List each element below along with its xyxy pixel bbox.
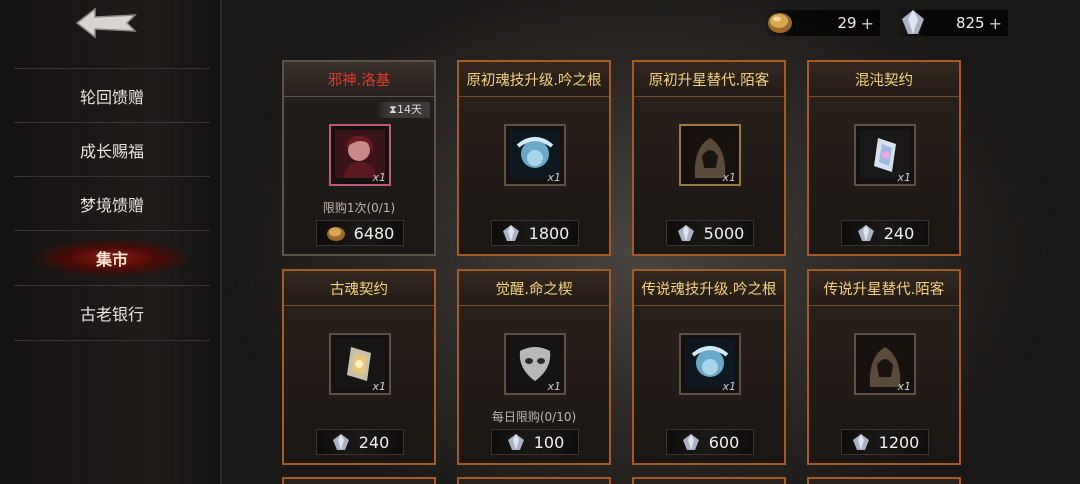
shop-card-partial[interactable]	[807, 477, 961, 484]
shop-card-partial[interactable]	[632, 477, 786, 484]
item-frame[interactable]: x1	[329, 333, 391, 395]
price-value: 1800	[528, 223, 570, 243]
purchase-limit-text: 每日限购(0/10)	[491, 410, 577, 424]
card-title: 古魂契约	[284, 271, 434, 306]
sidebar-item-dream-gift[interactable]: 梦境馈赠	[14, 176, 210, 231]
buy-button[interactable]: 240	[316, 429, 404, 455]
item-frame[interactable]: x1	[679, 124, 741, 186]
crystal-icon	[332, 434, 349, 450]
shop-card[interactable]: 原初魂技升级.吟之根 x1 1800	[457, 60, 611, 256]
card-title: 原初升星替代.陌客	[634, 62, 784, 97]
gold-amount: 29	[837, 14, 857, 32]
back-arrow-icon	[75, 7, 137, 39]
shop-card-partial[interactable]	[457, 477, 611, 484]
buy-button[interactable]: 600	[666, 429, 754, 455]
crystal-icon	[852, 434, 869, 450]
crystal-icon	[682, 434, 699, 450]
price-value: 6480	[353, 223, 395, 243]
shop-card[interactable]: 觉醒.命之楔 x1 每日限购(0/10) 100	[457, 269, 611, 465]
crystal-icon	[857, 225, 874, 241]
buy-button[interactable]: 240	[841, 220, 929, 246]
sidebar: 轮回馈赠 成长赐福 梦境馈赠 集市 古老银行	[0, 0, 222, 484]
gold-coin-icon	[326, 227, 345, 241]
item-frame[interactable]: x1	[854, 333, 916, 395]
shop-card-partial[interactable]	[282, 477, 436, 484]
sidebar-item-ancient-bank[interactable]: 古老银行	[14, 285, 210, 340]
buy-button[interactable]: 1800	[491, 220, 579, 246]
limited-time-badge: ⧗ 14天	[377, 102, 430, 118]
price-value: 240	[358, 432, 390, 452]
price-value: 100	[533, 432, 565, 452]
shop-card[interactable]: 古魂契约 x1 240	[282, 269, 436, 465]
sidebar-item-label: 古老银行	[79, 305, 144, 324]
crystal-icon	[507, 434, 524, 450]
item-quantity: x1	[722, 171, 736, 184]
card-title: 传说魂技升级.吟之根	[634, 271, 784, 306]
sidebar-item-reincarnation-gift[interactable]: 轮回馈赠	[14, 68, 210, 123]
shop-card[interactable]: 传说魂技升级.吟之根 x1 600	[632, 269, 786, 465]
item-quantity: x1	[897, 171, 911, 184]
price-value: 1200	[878, 432, 920, 452]
card-title: 觉醒.命之楔	[459, 271, 609, 306]
item-quantity: x1	[722, 380, 736, 393]
item-frame[interactable]: x1	[329, 124, 391, 186]
item-frame[interactable]: x1	[854, 124, 916, 186]
back-button[interactable]	[70, 4, 142, 42]
item-frame[interactable]: x1	[679, 333, 741, 395]
shop-card[interactable]: 传说升星替代.陌客 x1 1200	[807, 269, 961, 465]
price-value: 600	[708, 432, 740, 452]
crystal-currency[interactable]: 825 +	[898, 10, 1008, 36]
card-title: 邪神.洛基	[284, 62, 434, 97]
item-quantity: x1	[547, 171, 561, 184]
timer-text: 14天	[397, 103, 422, 116]
card-title: 原初魂技升级.吟之根	[459, 62, 609, 97]
buy-button[interactable]: 6480	[316, 220, 404, 246]
price-value: 5000	[703, 223, 745, 243]
sidebar-divider	[14, 340, 210, 341]
item-quantity: x1	[372, 171, 386, 184]
crystal-icon	[677, 225, 694, 241]
item-frame[interactable]: x1	[504, 124, 566, 186]
item-quantity: x1	[372, 380, 386, 393]
gold-currency[interactable]: 29 +	[765, 10, 880, 36]
gold-plus-button[interactable]: +	[861, 14, 880, 33]
gold-coin-icon	[768, 13, 792, 33]
hourglass-icon: ⧗	[389, 103, 397, 116]
sidebar-item-label: 集市	[95, 250, 128, 269]
price-value: 240	[883, 223, 915, 243]
shop-card[interactable]: 原初升星替代.陌客 x1 5000	[632, 60, 786, 256]
buy-button[interactable]: 1200	[841, 429, 929, 455]
item-frame[interactable]: x1	[504, 333, 566, 395]
crystal-amount: 825	[955, 14, 985, 32]
sidebar-item-label: 梦境馈赠	[79, 196, 144, 215]
buy-button[interactable]: 100	[491, 429, 579, 455]
card-title: 混沌契约	[809, 62, 959, 97]
item-quantity: x1	[547, 380, 561, 393]
shop-card[interactable]: 邪神.洛基 ⧗ 14天 x1 限购1次(0/1) 6480	[282, 60, 436, 256]
buy-button[interactable]: 5000	[666, 220, 754, 246]
shop-card[interactable]: 混沌契约 x1 240	[807, 60, 961, 256]
item-quantity: x1	[897, 380, 911, 393]
crystal-icon	[502, 225, 519, 241]
sidebar-item-market[interactable]: 集市	[14, 230, 210, 285]
purchase-limit-text: 限购1次(0/1)	[322, 201, 396, 215]
sidebar-item-label: 成长赐福	[79, 142, 144, 161]
crystal-icon	[902, 10, 924, 34]
sidebar-item-label: 轮回馈赠	[79, 88, 144, 107]
card-title: 传说升星替代.陌客	[809, 271, 959, 306]
sidebar-item-growth-blessing[interactable]: 成长赐福	[14, 122, 210, 177]
crystal-plus-button[interactable]: +	[989, 14, 1008, 33]
